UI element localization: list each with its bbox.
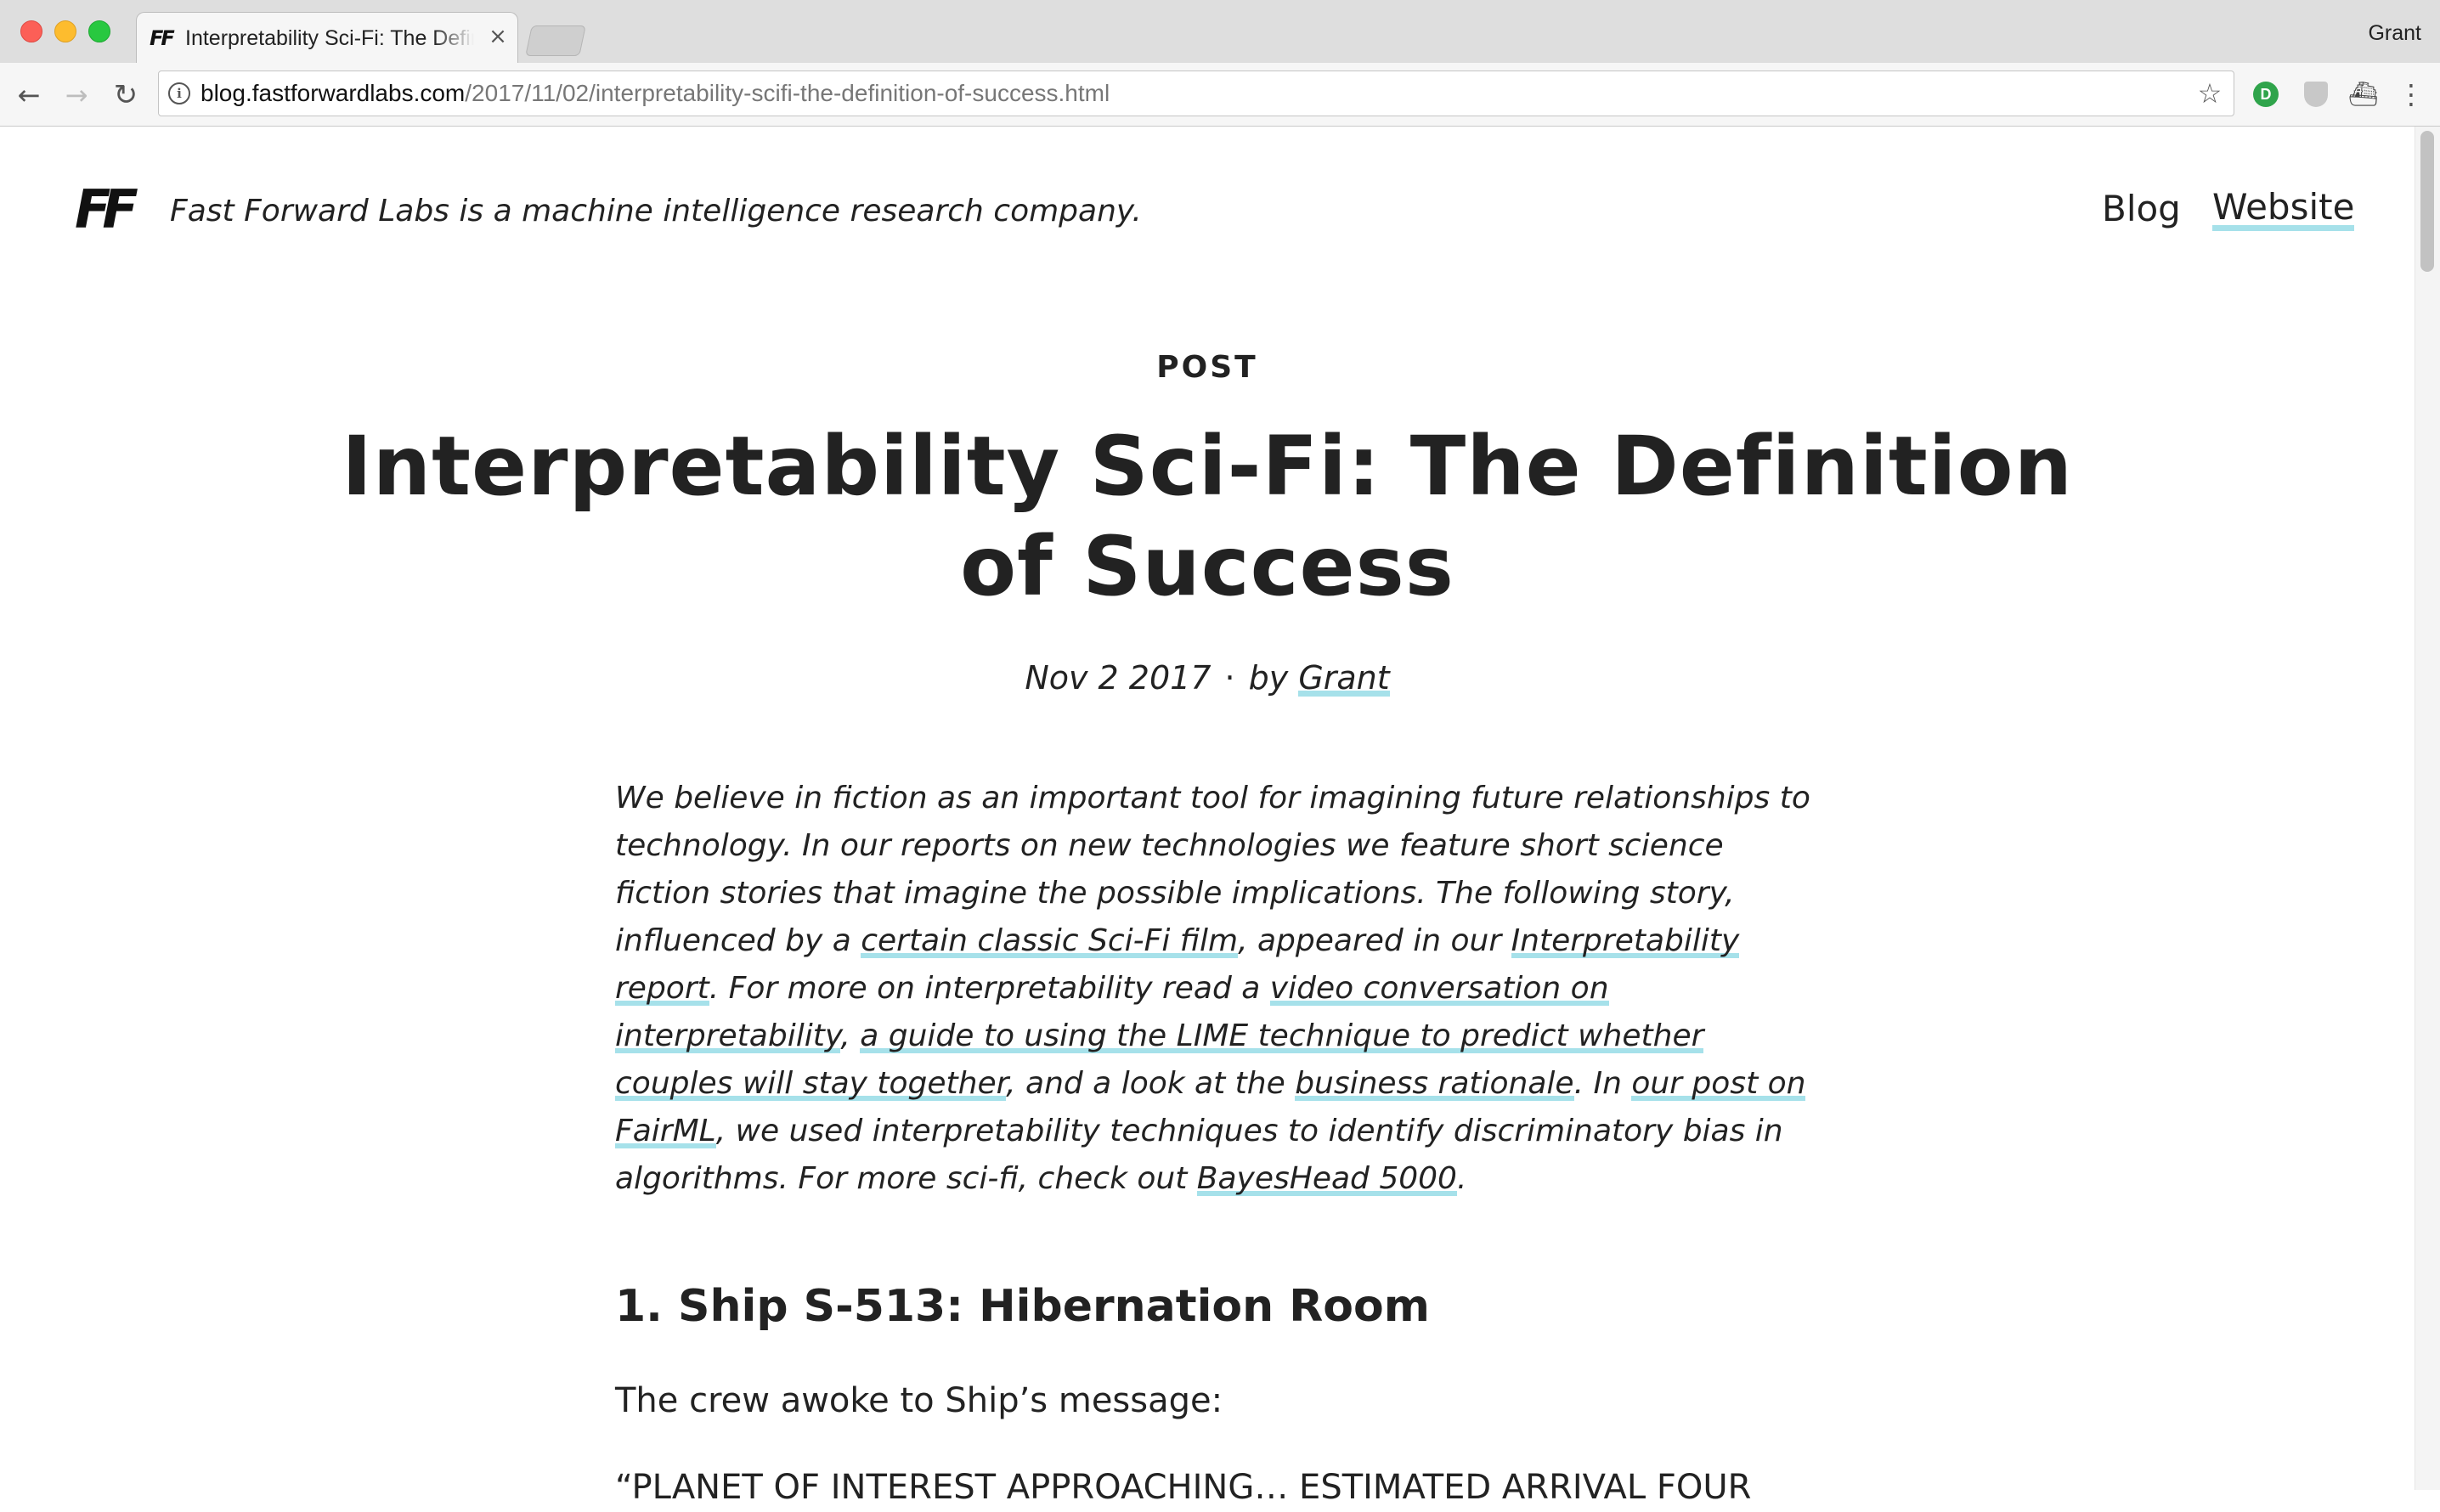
url-path: /2017/11/02/interpretability-scifi-the-d…: [465, 80, 1110, 106]
intro-text: , appeared in our: [1238, 923, 1511, 958]
kebab-menu-icon[interactable]: ⋮: [2398, 78, 2425, 110]
minimize-window-button[interactable]: [54, 20, 76, 42]
url-host: blog.fastforwardlabs.com: [201, 80, 466, 106]
back-arrow-icon[interactable]: ←: [12, 78, 46, 112]
nav-blog-link[interactable]: Blog: [2102, 183, 2181, 234]
by-label: by: [1248, 659, 1289, 697]
site-tagline: Fast Forward Labs is a machine intellige…: [170, 194, 1142, 228]
zoom-window-button[interactable]: [88, 20, 110, 42]
forward-arrow-icon[interactable]: →: [59, 78, 93, 112]
post-date: Nov 2 2017: [1025, 659, 1212, 697]
tab-title[interactable]: Interpretability Sci-Fi: The Definition …: [185, 25, 474, 51]
intro-text: , and a look at the: [1006, 1066, 1296, 1101]
meta-separator: ·: [1224, 659, 1235, 697]
info-icon[interactable]: i: [168, 82, 190, 104]
page-scrollbar[interactable]: [2415, 127, 2440, 1490]
new-tab-button[interactable]: [525, 25, 586, 56]
extension-shield-icon[interactable]: [2304, 82, 2328, 107]
reload-icon[interactable]: ↻: [109, 78, 143, 112]
ff-favicon-icon: FF: [150, 26, 175, 50]
intro-text: . For more on interpretability read a: [709, 971, 1270, 1006]
author-link[interactable]: Grant: [1298, 659, 1389, 697]
intro-text: ,: [840, 1018, 861, 1053]
post-meta: Nov 2 2017 · by Grant: [0, 654, 2415, 702]
nav-website-link[interactable]: Website: [2212, 183, 2354, 231]
profile-name-button[interactable]: Grant: [2368, 20, 2421, 46]
intro-text: . In: [1573, 1066, 1632, 1101]
body-paragraph-partial: “PLANET OF INTEREST APPROACHING… ESTIMAT…: [615, 1468, 1752, 1507]
intro-paragraph: We believe in fiction as an important to…: [615, 775, 1811, 1203]
intro-text: .: [1456, 1161, 1467, 1196]
close-window-button[interactable]: [20, 20, 42, 42]
scrollbar-thumb[interactable]: [2420, 131, 2434, 272]
classic-scifi-film-link[interactable]: certain classic Sci-Fi film: [861, 923, 1238, 958]
section-heading: 1. Ship S-513: Hibernation Room: [615, 1281, 1430, 1332]
body-paragraph: The crew awoke to Ship’s message:: [615, 1381, 1223, 1420]
star-icon[interactable]: ☆: [2195, 78, 2224, 109]
extension-green-icon[interactable]: D: [2253, 82, 2279, 107]
post-label: POST: [1156, 350, 1258, 385]
business-rationale-link[interactable]: business rationale: [1295, 1066, 1573, 1101]
post-title: Interpretability Sci-Fi: The Definition …: [342, 419, 2073, 614]
tab-close-icon[interactable]: ×: [486, 24, 510, 49]
bayeshead-link[interactable]: BayesHead 5000: [1197, 1161, 1457, 1196]
address-bar-url[interactable]: blog.fastforwardlabs.com/2017/11/02/inte…: [201, 78, 1110, 109]
extension-dark-icon[interactable]: ⛴: [2348, 80, 2379, 109]
site-logo[interactable]: FF: [75, 183, 138, 236]
